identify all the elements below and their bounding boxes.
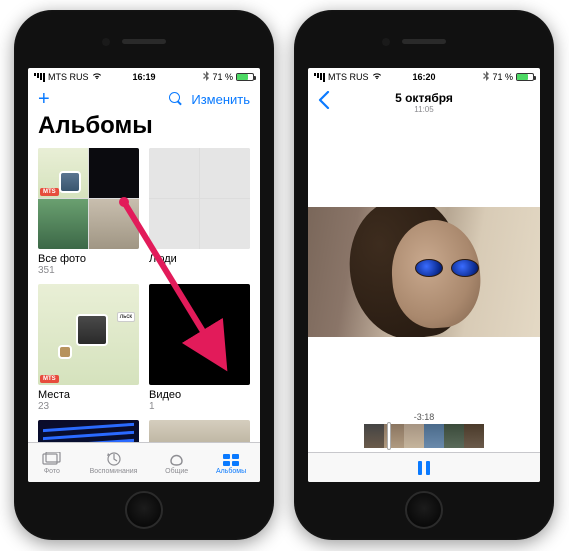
album-title: Все фото	[38, 253, 139, 265]
album-all-photos[interactable]: MTS Все фото 351	[38, 148, 139, 276]
photos-icon	[42, 451, 62, 467]
speaker	[402, 39, 446, 44]
speaker	[122, 39, 166, 44]
shared-icon	[167, 451, 187, 467]
back-button[interactable]	[318, 91, 330, 113]
album-thumb	[149, 148, 250, 249]
album-thumb: MTS	[38, 148, 139, 249]
bluetooth-icon	[483, 71, 489, 83]
tab-label: Общие	[165, 468, 188, 475]
video-frame	[308, 207, 540, 337]
album-places[interactable]: MTS льск Места 23	[38, 284, 139, 412]
albums-icon	[221, 451, 241, 467]
home-button[interactable]	[125, 491, 163, 529]
album-count: 351	[38, 265, 139, 276]
map-label: льск	[117, 312, 135, 322]
front-camera	[382, 38, 390, 46]
tab-label: Фото	[44, 468, 60, 475]
battery-icon	[236, 73, 254, 81]
bluetooth-icon	[203, 71, 209, 83]
playhead[interactable]	[387, 422, 391, 450]
wifi-icon	[372, 72, 382, 82]
signal-icon	[34, 73, 45, 82]
filmstrip-scrubber[interactable]	[308, 424, 540, 448]
front-camera	[102, 38, 110, 46]
battery-icon	[516, 73, 534, 81]
search-icon[interactable]	[169, 92, 183, 106]
album-count: 23	[38, 401, 139, 412]
tab-photos[interactable]: Фото	[42, 451, 62, 475]
tab-bar: Фото Воспоминания Общие Альбомы	[28, 442, 260, 482]
page-title: Альбомы	[28, 110, 260, 148]
album-videos[interactable]: Видео 1	[149, 284, 250, 412]
albums-grid: MTS Все фото 351 Люди MTS	[28, 148, 260, 450]
battery-pct: 71 %	[492, 72, 513, 82]
tab-shared[interactable]: Общие	[165, 451, 188, 475]
device-frame-left: MTS RUS 16:19 71 % + Изменить Альбомы	[14, 10, 274, 540]
signal-icon	[314, 73, 325, 82]
nav-bar: + Изменить	[28, 86, 260, 110]
status-bar: MTS RUS 16:20 71 %	[308, 68, 540, 86]
play-controls	[308, 452, 540, 482]
battery-pct: 71 %	[212, 72, 233, 82]
home-button[interactable]	[405, 491, 443, 529]
album-people[interactable]: Люди	[149, 148, 250, 276]
album-thumb: MTS льск	[38, 284, 139, 385]
device-frame-right: MTS RUS 16:20 71 % 5 октября 11:05	[294, 10, 554, 540]
pause-button[interactable]	[418, 461, 430, 475]
edit-button[interactable]: Изменить	[191, 92, 250, 107]
player-nav: 5 октября 11:05	[308, 86, 540, 118]
album-title: Люди	[149, 253, 250, 265]
album-title: Места	[38, 389, 139, 401]
player-subtitle: 11:05	[308, 105, 540, 114]
carrier-label: MTS RUS	[328, 72, 369, 82]
tab-memories[interactable]: Воспоминания	[90, 451, 138, 475]
tab-label: Воспоминания	[90, 468, 138, 475]
wifi-icon	[92, 72, 102, 82]
time-remaining: -3:18	[308, 412, 540, 424]
screen-left: MTS RUS 16:19 71 % + Изменить Альбомы	[28, 68, 260, 482]
status-bar: MTS RUS 16:19 71 %	[28, 68, 260, 86]
screen-right: MTS RUS 16:20 71 % 5 октября 11:05	[308, 68, 540, 482]
tab-label: Альбомы	[216, 468, 246, 475]
memories-icon	[104, 451, 124, 467]
album-thumb	[149, 284, 250, 385]
player-title: 5 октября	[308, 91, 540, 105]
add-button[interactable]: +	[38, 89, 50, 109]
tab-albums[interactable]: Альбомы	[216, 451, 246, 475]
album-title: Видео	[149, 389, 250, 401]
album-count: 1	[149, 401, 250, 412]
player-title-wrap: 5 октября 11:05	[308, 91, 540, 114]
video-area[interactable]	[308, 118, 540, 426]
scrubber-area: -3:18	[308, 412, 540, 450]
carrier-label: MTS RUS	[48, 72, 89, 82]
